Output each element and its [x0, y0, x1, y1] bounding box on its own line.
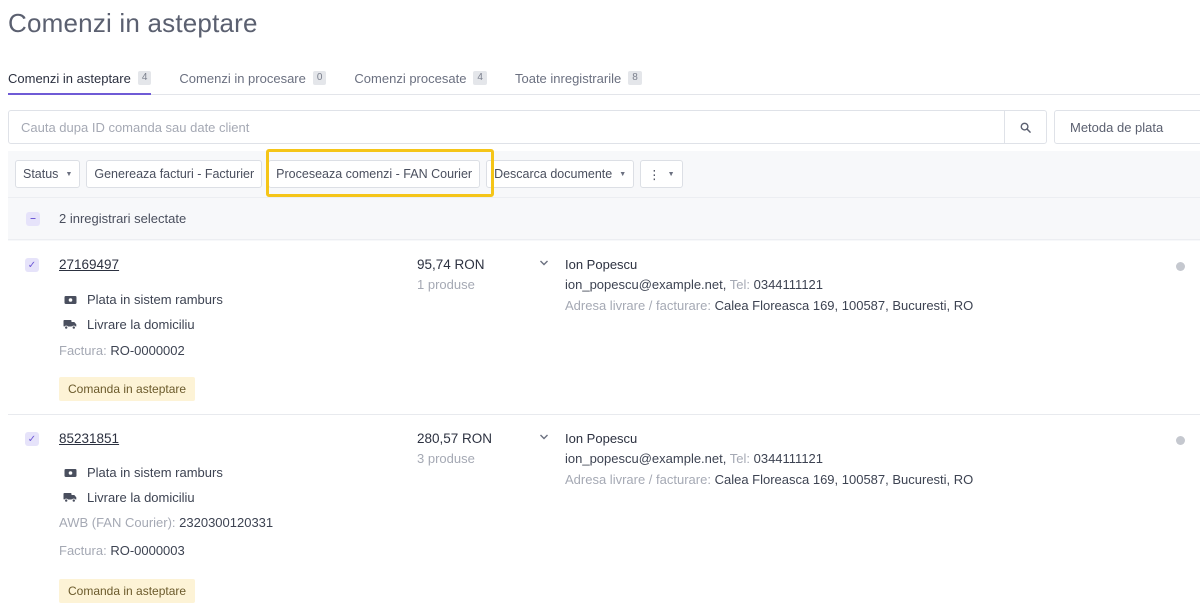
tab-all-records[interactable]: Toate inregistrarile 8: [515, 62, 642, 94]
order-row: ✓ 85231851 Plata in sistem ramburs Livra…: [8, 415, 1200, 610]
cash-icon: [63, 294, 77, 306]
cash-icon: [63, 467, 77, 479]
search-button[interactable]: [1004, 111, 1046, 143]
order-total: 280,57 RON: [417, 431, 493, 446]
search-box: [8, 110, 1047, 144]
delivery-method-text: Livrare la domiciliu: [87, 317, 195, 332]
phone-label: Tel:: [729, 277, 750, 292]
delivery-method-line: Livrare la domiciliu: [63, 490, 195, 505]
delivery-method-line: Livrare la domiciliu: [63, 317, 195, 332]
awb-number: 2320300120331: [179, 515, 274, 530]
phone-label: Tel:: [729, 451, 750, 466]
process-orders-fan-courier-button[interactable]: Proceseaza comenzi - FAN Courier: [268, 160, 481, 188]
caret-down-icon: ▼: [667, 170, 675, 178]
order-product-count: 3 produse: [417, 451, 475, 466]
payment-method-text: Plata in sistem ramburs: [87, 292, 223, 307]
download-documents-dropdown-button[interactable]: Descarca documente ▼: [486, 160, 635, 188]
invoice-line: Factura: RO-0000003: [59, 543, 185, 558]
invoice-label: Factura:: [59, 543, 107, 558]
order-product-count: 1 produse: [417, 277, 475, 292]
caret-down-icon: ▼: [619, 170, 627, 178]
tab-label: Comenzi in procesare: [179, 70, 306, 86]
tab-label: Comenzi procesate: [354, 70, 467, 86]
order-total: 95,74 RON: [417, 257, 485, 272]
generate-invoices-label: Genereaza facturi - Facturier: [94, 167, 255, 181]
client-address: Calea Floreasca 169, 100587, Bucuresti, …: [714, 472, 974, 487]
chevron-down-icon[interactable]: [539, 433, 549, 441]
chevron-down-icon[interactable]: [539, 259, 549, 267]
status-dot: [1176, 262, 1185, 271]
tab-processed-orders[interactable]: Comenzi procesate 4: [354, 62, 487, 94]
caret-down-icon: ▼: [65, 170, 73, 178]
address-label: Adresa livrare / facturare:: [565, 472, 711, 487]
client-contact-line: ion_popescu@example.net, Tel: 0344111121: [565, 277, 823, 292]
client-email: ion_popescu@example.net,: [565, 277, 727, 292]
selection-summary-text: 2 inregistrari selectate: [59, 211, 187, 226]
tab-processing-orders[interactable]: Comenzi in procesare 0: [179, 62, 327, 94]
client-address-line: Adresa livrare / facturare: Calea Florea…: [565, 472, 973, 487]
invoice-label: Factura:: [59, 343, 107, 358]
more-actions-dropdown-button[interactable]: ⋮ ▼: [640, 160, 683, 188]
payment-method-filter-label: Metoda de plata: [1070, 119, 1164, 135]
client-address: Calea Floreasca 169, 100587, Bucuresti, …: [714, 298, 974, 313]
tab-label: Comenzi in asteptare: [8, 70, 131, 86]
tab-bar: Comenzi in asteptare 4 Comenzi in proces…: [8, 62, 1200, 95]
client-name: Ion Popescu: [565, 431, 638, 446]
client-address-line: Adresa livrare / facturare: Calea Florea…: [565, 298, 973, 313]
client-phone: 0344111121: [753, 277, 824, 292]
awb-line: AWB (FAN Courier): 2320300120331: [59, 515, 273, 530]
payment-method-line: Plata in sistem ramburs: [63, 465, 223, 480]
status-dot: [1176, 436, 1185, 445]
client-name: Ion Popescu: [565, 257, 638, 272]
download-documents-label: Descarca documente: [494, 167, 613, 181]
status-dropdown-button[interactable]: Status ▼: [15, 160, 81, 188]
search-input[interactable]: [9, 111, 1004, 143]
selection-summary-row: – 2 inregistrari selectate: [8, 197, 1200, 240]
tab-count-badge: 0: [312, 71, 327, 85]
search-icon: [1020, 122, 1031, 133]
orders-panel: Status ▼ Genereaza facturi - Facturier P…: [8, 149, 1200, 610]
page-title: Comenzi in asteptare: [8, 8, 258, 38]
status-badge: Comanda in asteptare: [59, 377, 196, 401]
tab-pending-orders[interactable]: Comenzi in asteptare 4: [8, 62, 152, 95]
generate-invoices-button[interactable]: Genereaza facturi - Facturier: [86, 160, 263, 188]
payment-method-text: Plata in sistem ramburs: [87, 465, 223, 480]
select-all-checkbox[interactable]: –: [26, 211, 40, 226]
more-dots-icon: ⋮: [648, 167, 661, 182]
truck-icon: [63, 492, 77, 504]
truck-icon: [63, 319, 77, 331]
status-dropdown-label: Status: [23, 167, 59, 181]
payment-method-filter[interactable]: Metoda de plata: [1054, 110, 1200, 144]
address-label: Adresa livrare / facturare:: [565, 298, 711, 313]
payment-method-line: Plata in sistem ramburs: [63, 292, 223, 307]
tab-label: Toate inregistrarile: [514, 70, 622, 86]
order-id-link[interactable]: 85231851: [59, 431, 119, 446]
client-contact-line: ion_popescu@example.net, Tel: 0344111121: [565, 451, 823, 466]
invoice-number: RO-0000003: [110, 543, 185, 558]
order-id-link[interactable]: 27169497: [59, 257, 119, 272]
status-badge: Comanda in asteptare: [59, 579, 196, 603]
order-checkbox[interactable]: ✓: [25, 258, 39, 272]
invoice-line: Factura: RO-0000002: [59, 343, 185, 358]
invoice-number: RO-0000002: [110, 343, 185, 358]
order-row: ✓ 27169497 Plata in sistem ramburs Livra…: [8, 241, 1200, 415]
client-email: ion_popescu@example.net,: [565, 451, 727, 466]
tab-count-badge: 8: [628, 71, 642, 85]
order-checkbox[interactable]: ✓: [25, 432, 39, 446]
client-phone: 0344111121: [753, 451, 824, 466]
delivery-method-text: Livrare la domiciliu: [87, 490, 195, 505]
tab-count-badge: 4: [137, 71, 152, 85]
tab-count-badge: 4: [473, 71, 487, 85]
process-orders-label: Proceseaza comenzi - FAN Courier: [276, 167, 473, 181]
awb-label: AWB (FAN Courier):: [59, 515, 176, 530]
bulk-actions-toolbar: Status ▼ Genereaza facturi - Facturier P…: [8, 151, 689, 197]
